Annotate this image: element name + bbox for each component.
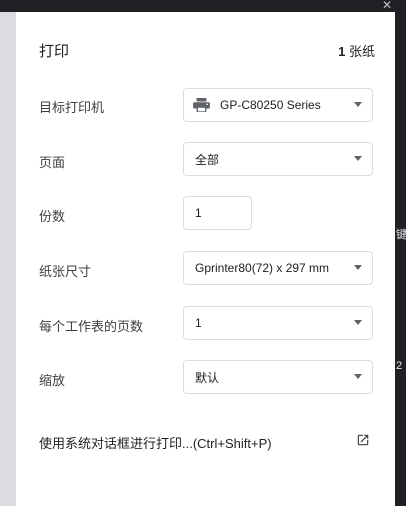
paper-size-label: 纸张尺寸 bbox=[39, 264, 92, 279]
copies-value: 1 bbox=[195, 206, 202, 220]
page-title: 打印 bbox=[39, 43, 70, 60]
scale-select[interactable]: 默认 bbox=[183, 360, 373, 394]
scale-label: 缩放 bbox=[39, 373, 66, 388]
top-bar: ✕ bbox=[0, 0, 406, 12]
pages-per-sheet-value: 1 bbox=[195, 316, 202, 330]
chevron-down-icon bbox=[354, 102, 362, 107]
system-dialog-link[interactable]: 使用系统对话框进行打印...(Ctrl+Shift+P) bbox=[39, 433, 272, 452]
pages-per-sheet-select[interactable]: 1 bbox=[183, 306, 373, 340]
printer-icon bbox=[193, 98, 210, 112]
chevron-down-icon bbox=[354, 320, 362, 325]
background-window-edge: 键 2 bbox=[395, 0, 406, 506]
sheet-count-number: 1 bbox=[338, 44, 346, 59]
background-text: 键 bbox=[396, 229, 406, 241]
close-icon[interactable]: ✕ bbox=[382, 0, 392, 12]
sheet-count: 1 张纸 bbox=[338, 41, 375, 60]
paper-size-value: Gprinter80(72) x 297 mm bbox=[195, 261, 330, 275]
chevron-down-icon bbox=[354, 265, 362, 270]
paper-size-select[interactable]: Gprinter80(72) x 297 mm bbox=[183, 251, 373, 285]
sheet-count-unit: 张纸 bbox=[348, 44, 375, 59]
pages-label: 页面 bbox=[39, 155, 66, 170]
pages-per-sheet-label: 每个工作表的页数 bbox=[39, 319, 144, 334]
destination-label: 目标打印机 bbox=[39, 100, 105, 115]
print-settings-panel: 打印 1 张纸 目标打印机 GP-C80250 Series 页面 全部 份数 … bbox=[16, 12, 395, 506]
background-text: 2 bbox=[396, 360, 403, 372]
copies-input[interactable]: 1 bbox=[183, 196, 252, 230]
pages-value: 全部 bbox=[195, 152, 220, 167]
preview-area-edge bbox=[0, 0, 16, 506]
copies-label: 份数 bbox=[39, 209, 66, 224]
pages-select[interactable]: 全部 bbox=[183, 142, 373, 176]
scale-value: 默认 bbox=[195, 370, 220, 385]
chevron-down-icon bbox=[354, 374, 362, 379]
chevron-down-icon bbox=[354, 156, 362, 161]
open-external-icon[interactable] bbox=[356, 433, 370, 447]
destination-value: GP-C80250 Series bbox=[220, 98, 321, 112]
destination-select[interactable]: GP-C80250 Series bbox=[183, 88, 373, 122]
